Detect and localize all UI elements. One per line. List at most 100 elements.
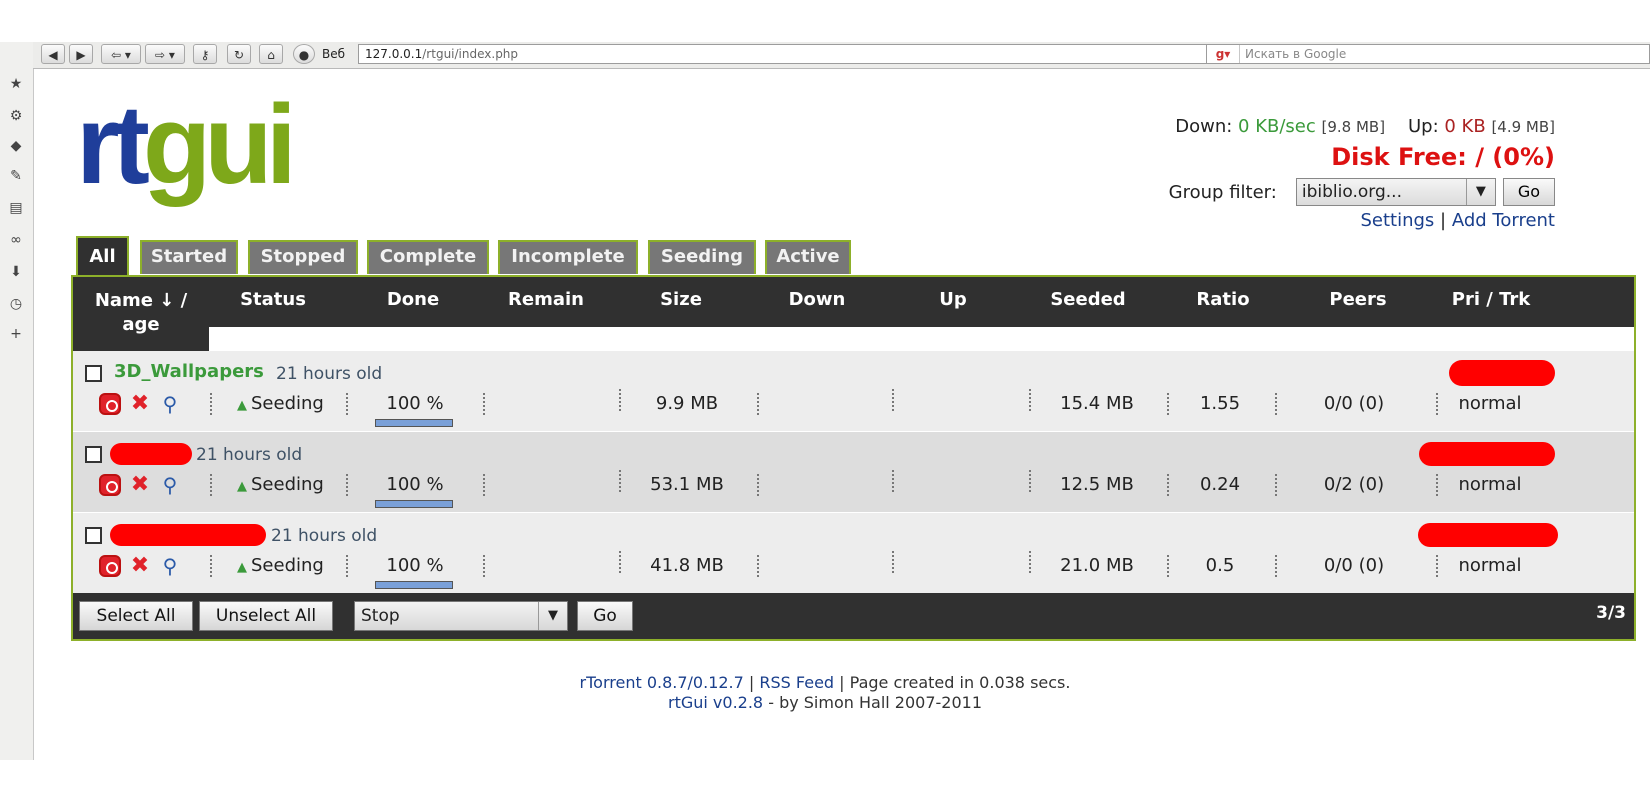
separator [483,555,485,577]
history-icon[interactable]: ◷ [8,296,24,312]
torrent-seeded: 12.5 MB [1060,474,1134,495]
down-label: Down: [1175,116,1233,137]
rtgui-logo[interactable]: rtgui [76,82,297,207]
delete-icon[interactable]: ✖ [129,474,151,496]
magnifier-icon[interactable]: ⚲ [159,474,181,496]
torrent-priority[interactable]: normal [1430,474,1550,495]
torrent-priority[interactable]: normal [1430,393,1550,414]
back-icon[interactable]: ◀ [41,44,65,64]
col-ratio[interactable]: Ratio [1163,289,1283,310]
footer-author: - by Simon Hall 2007-2011 [768,693,982,712]
url-bar[interactable]: 127.0.0.1/rtgui/index.php ▼ [358,44,1233,64]
down-rate: 0 KB/sec [1238,116,1316,137]
google-search-icon[interactable]: g▾ [1207,45,1240,63]
download-icon[interactable]: ⬇ [8,264,24,280]
chevron-down-icon[interactable]: ▼ [1465,179,1495,205]
speed-stats: Down: 0 KB/sec [9.8 MB] Up: 0 KB [4.9 MB… [1175,116,1555,137]
separator [619,551,621,573]
col-down[interactable]: Down [757,289,877,310]
select-all-button[interactable]: Select All [79,601,193,631]
tab-started[interactable]: Started [140,240,238,274]
group-filter: Group filter: ibiblio.org... ▼ Go [1169,178,1555,208]
row-checkbox[interactable] [85,365,102,382]
col-seeded[interactable]: Seeded [1028,289,1148,310]
logo-gui: gui [142,82,297,207]
table-row: 21 hours old ✖ ⚲ ▲ Seeding 100 % 41.8 MB … [73,513,1634,593]
chevron-down-icon[interactable]: ▼ [538,602,567,630]
upload-arrow-icon: ▲ [237,479,247,494]
search-bar[interactable]: g▾ Искать в Google [1206,44,1650,64]
col-pri-trk[interactable]: Pri / Trk [1429,289,1553,310]
col-peers[interactable]: Peers [1298,289,1418,310]
bulk-action-select[interactable]: Stop ▼ [354,601,568,631]
tab-seeding[interactable]: Seeding [648,240,756,274]
group-filter-value: ibiblio.org... [1301,182,1402,202]
back-history-button[interactable]: ⇦ ▾ [101,44,141,64]
link-icon[interactable]: ∞ [8,232,24,248]
home-icon[interactable]: ⌂ [259,44,283,64]
row-checkbox[interactable] [85,446,102,463]
share-icon[interactable]: ✎ [8,168,24,184]
delete-icon[interactable]: ✖ [129,393,151,415]
page-footer: rTorrent 0.8.7/0.12.7 | RSS Feed | Page … [0,673,1650,713]
stop-icon[interactable] [99,555,121,577]
delete-icon[interactable]: ✖ [129,555,151,577]
add-torrent-link[interactable]: Add Torrent [1452,210,1555,231]
page-created: | Page created in 0.038 secs. [839,673,1071,692]
notes-icon[interactable]: ▤ [8,200,24,216]
separator [483,474,485,496]
col-status[interactable]: Status [213,289,333,310]
add-panel-icon[interactable]: + [8,326,24,342]
progress-fill [376,582,452,588]
col-name[interactable]: Name ↓ / age [73,277,209,351]
stop-icon[interactable] [99,474,121,496]
magnifier-icon[interactable]: ⚲ [159,393,181,415]
separator [346,555,348,577]
col-remain[interactable]: Remain [486,289,606,310]
tab-stopped[interactable]: Stopped [248,240,358,274]
rss-feed-link[interactable]: RSS Feed [759,673,834,692]
rtgui-version-link[interactable]: rtGui v0.2.8 [668,693,763,712]
search-input[interactable]: Искать в Google [1245,45,1346,63]
tab-complete[interactable]: Complete [367,240,489,274]
reload-icon[interactable]: ↻ [227,44,251,64]
group-filter-label: Group filter: [1168,181,1277,203]
unselect-all-button[interactable]: Unselect All [199,601,333,631]
col-size[interactable]: Size [621,289,741,310]
torrent-ratio: 0.5 [1205,555,1235,576]
torrent-priority[interactable]: normal [1430,555,1550,576]
torrent-seeded: 15.4 MB [1060,393,1134,414]
up-total: [4.9 MB] [1491,118,1555,136]
forward-icon[interactable]: ▶ [69,44,93,64]
gear-icon[interactable]: ⚙ [8,108,24,124]
torrent-size: 53.1 MB [650,474,724,495]
tab-incomplete[interactable]: Incomplete [498,240,638,274]
key-icon[interactable]: ⚷ [193,44,217,64]
tab-active[interactable]: Active [765,240,851,274]
torrent-ratio: 0.24 [1199,474,1241,495]
magnifier-icon[interactable]: ⚲ [159,555,181,577]
separator [483,393,485,415]
settings-link[interactable]: Settings [1360,210,1434,231]
torrent-peers: 0/0 (0) [1323,393,1385,414]
separator [892,551,894,573]
col-up[interactable]: Up [893,289,1013,310]
tab-all[interactable]: All [76,236,129,276]
status-text: Seeding [251,474,324,495]
stop-icon[interactable] [99,393,121,415]
group-filter-go-button[interactable]: Go [1503,178,1555,206]
separator [1275,474,1277,496]
torrent-size: 9.9 MB [655,393,719,414]
group-filter-select[interactable]: ibiblio.org... ▼ [1295,178,1496,206]
row-checkbox[interactable] [85,527,102,544]
torrent-name[interactable]: 3D_Wallpapers [114,361,264,382]
footer-separator: | [748,673,755,692]
google-icon[interactable]: ◆ [8,138,24,154]
progress-fill [376,420,452,426]
forward-history-button[interactable]: ⇨ ▾ [145,44,185,64]
separator [892,470,894,492]
bookmark-icon[interactable]: ★ [8,76,24,92]
torrent-age: 21 hours old [271,526,378,546]
bulk-go-button[interactable]: Go [577,601,633,631]
col-done[interactable]: Done [353,289,473,310]
